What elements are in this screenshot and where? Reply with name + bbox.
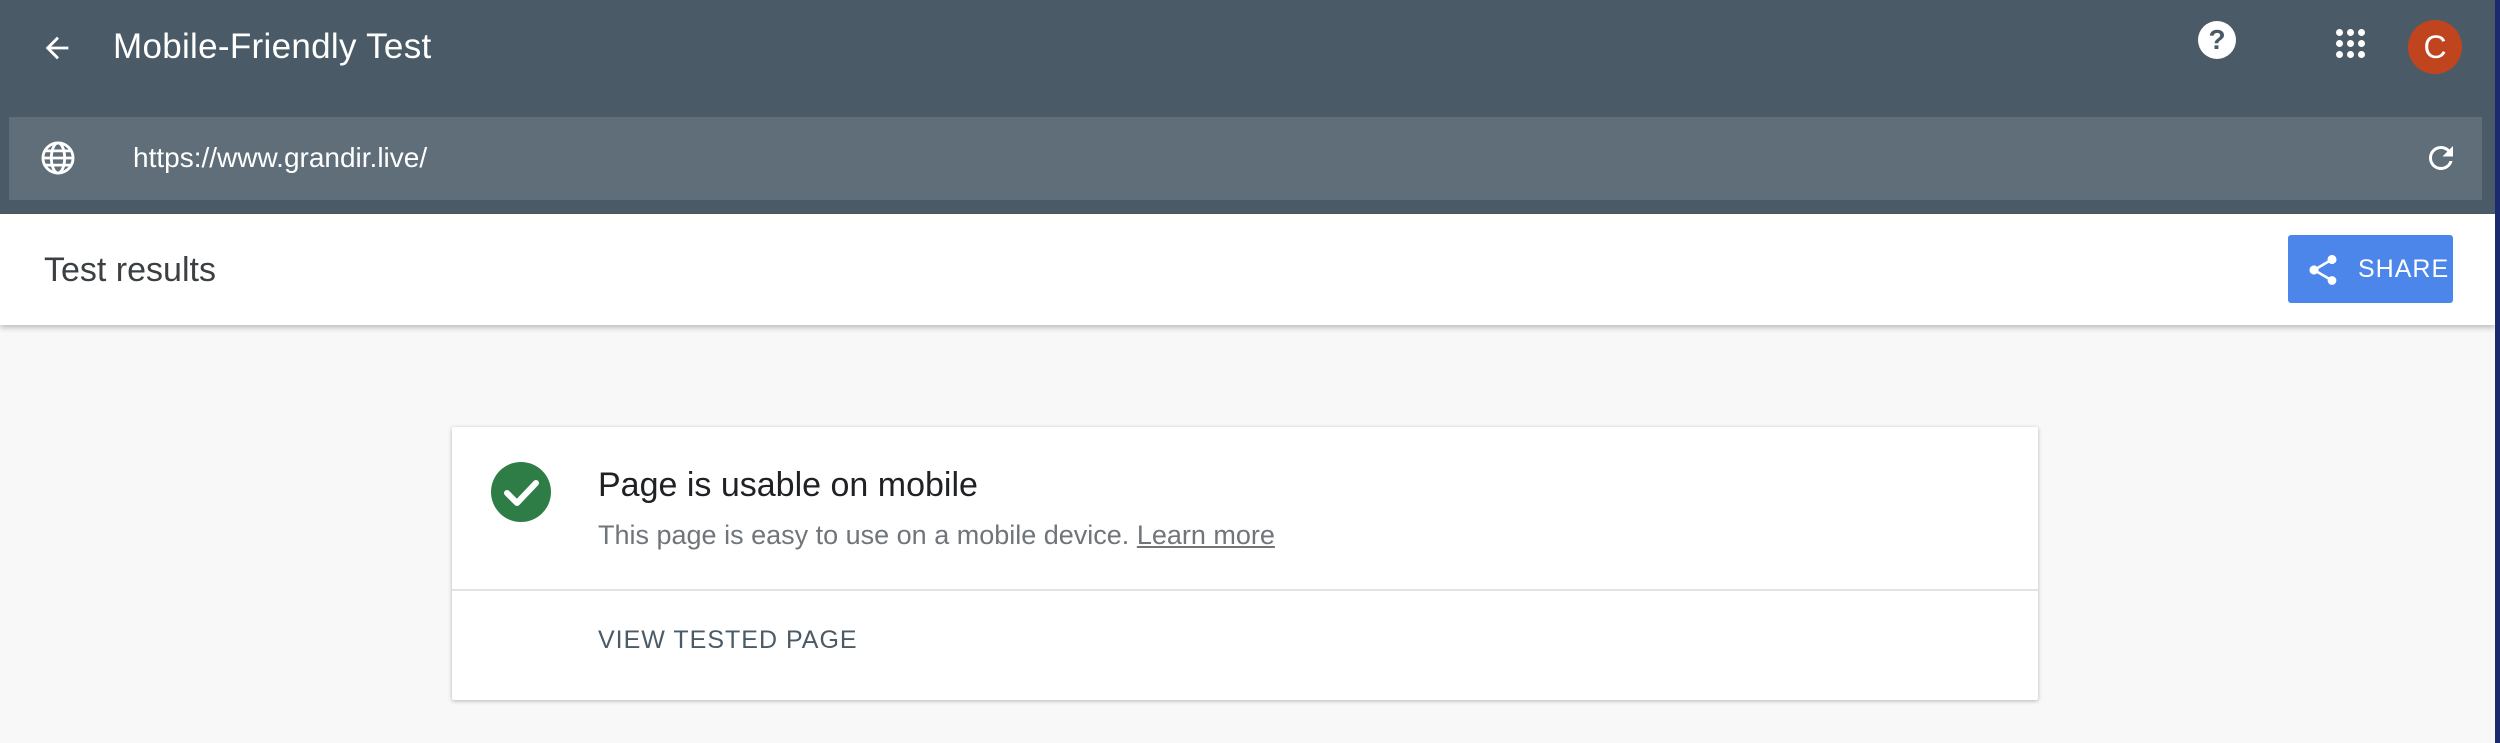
globe-icon [41, 141, 75, 175]
arrow-back-icon [45, 36, 69, 60]
view-tested-page-button[interactable]: VIEW TESTED PAGE [598, 623, 858, 657]
share-icon [2309, 254, 2337, 285]
page: Mobile-Friendly Test ? C Test results [0, 0, 2500, 743]
result-title: Page is usable on mobile [598, 466, 978, 504]
result-description-text: This page is easy to use on a mobile dev… [598, 520, 1130, 550]
share-button-label: SHARE [2358, 255, 2450, 283]
share-button[interactable]: SHARE [2288, 235, 2453, 303]
results-title: Test results [44, 251, 216, 289]
help-icon: ? [2208, 24, 2226, 55]
apps-grid-icon[interactable] [2336, 29, 2366, 59]
check-circle-icon [491, 462, 551, 522]
url-bar [9, 117, 2482, 200]
results-bar: Test results SHARE [0, 214, 2495, 325]
result-description: This page is easy to use on a mobile dev… [598, 518, 1275, 552]
help-button[interactable]: ? [2198, 21, 2236, 59]
app-header: Mobile-Friendly Test ? C [0, 0, 2495, 214]
avatar[interactable]: C [2408, 20, 2462, 74]
app-title: Mobile-Friendly Test [113, 27, 432, 66]
refresh-icon[interactable] [2423, 140, 2459, 176]
learn-more-link[interactable]: Learn more [1137, 520, 1275, 550]
window-edge [2495, 0, 2500, 743]
back-button[interactable] [36, 27, 78, 69]
url-input[interactable] [133, 136, 2333, 180]
result-card: Page is usable on mobile This page is ea… [452, 427, 2038, 700]
card-divider [452, 589, 2038, 591]
